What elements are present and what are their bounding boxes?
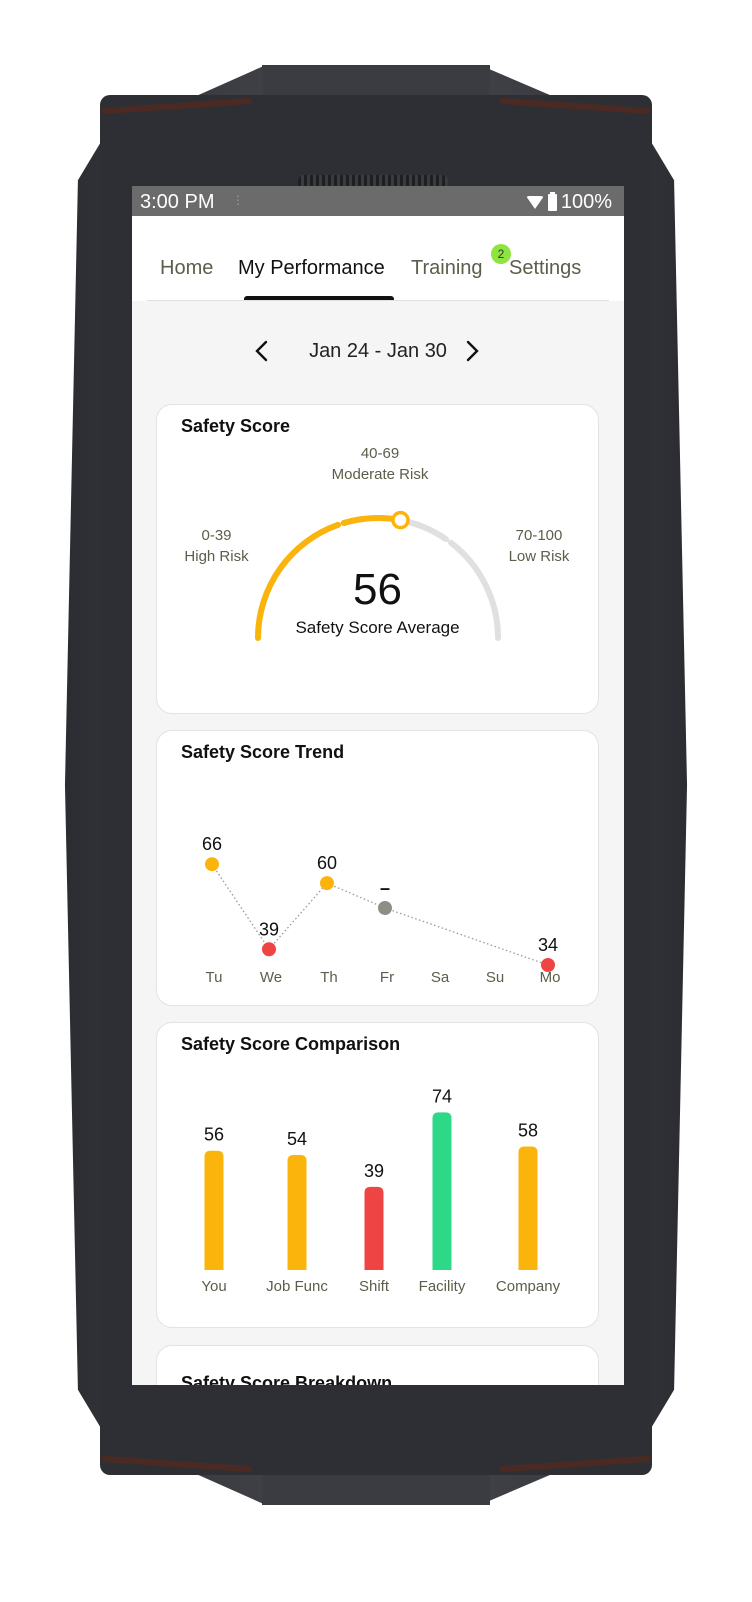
trend-chart: 66 39 60 – 34 Tu We Th Fr Sa Su Mo: [202, 834, 561, 986]
status-right: 100%: [525, 191, 612, 214]
tab-my-performance[interactable]: My Performance: [238, 257, 385, 280]
trend-day-label: Tu: [206, 969, 223, 986]
bar-category-label: Shift: [359, 1278, 390, 1295]
trend-line-segment: [326, 882, 386, 909]
trend-point-th[interactable]: [320, 876, 334, 891]
safety-score-caption: Safety Score Average: [295, 618, 460, 637]
trend-value-label: 60: [317, 853, 337, 873]
battery-icon: [547, 192, 557, 211]
trend-day-label: Mo: [540, 969, 561, 986]
trend-line-segment: [268, 882, 328, 950]
safety-score-comparison-card: Safety Score Comparison 56 You 54 Job Func 3…: [156, 1022, 599, 1328]
tab-settings[interactable]: Settings: [509, 257, 581, 280]
trend-point-tu[interactable]: [205, 857, 219, 872]
trend-value-label: 66: [202, 834, 222, 854]
safety-score-gauge: [255, 510, 501, 641]
bar-company[interactable]: [518, 1146, 538, 1270]
training-badge: 2: [491, 244, 511, 264]
trend-point-we[interactable]: [262, 942, 276, 957]
safety-score-breakdown-card: Safety Score Breakdown: [156, 1345, 599, 1385]
chevron-right-icon[interactable]: [459, 338, 485, 364]
wifi-icon: [525, 196, 544, 209]
bar-facility[interactable]: [432, 1112, 452, 1270]
tab-training[interactable]: Training: [411, 257, 483, 280]
trend-day-label: We: [260, 969, 282, 986]
tab-divider: [147, 300, 609, 301]
bar-category-label: Facility: [419, 1278, 466, 1295]
safety-score-trend-card: Safety Score Trend 66 39 60–34 Tu We Th Fr Sa Su…: [156, 730, 599, 1006]
screen: 3:00 PM ⋮ 100% Home My Performance Train…: [132, 186, 624, 1385]
trend-day-label: Th: [320, 969, 338, 986]
status-separator: ⋮: [232, 193, 244, 207]
bar-value-label: 58: [518, 1120, 538, 1140]
trend-day-label: Fr: [380, 969, 394, 986]
app-content: Home My Performance Training 2 Settings …: [132, 216, 624, 1385]
bar-job-func[interactable]: [287, 1154, 307, 1270]
trend-line-segment: [384, 907, 549, 966]
trend-value-label: 39: [259, 919, 279, 939]
bar-category-label: You: [201, 1278, 226, 1295]
trend-day-label: Sa: [431, 969, 450, 986]
bar-value-label: 56: [204, 1125, 224, 1145]
safety-score-value: 56: [353, 565, 402, 614]
bar-category-label: Job Func: [266, 1278, 328, 1295]
tab-bar: Home My Performance Training 2 Settings: [132, 216, 624, 301]
comparison-chart: 56 You 54 Job Func 39 Shift 74 Facility 58 Compan…: [201, 1086, 561, 1295]
battery-percent: 100%: [560, 191, 612, 213]
bar-category-label: Company: [496, 1278, 561, 1295]
card-title: Safety Score Breakdown: [181, 1373, 393, 1385]
status-bar: 3:00 PM ⋮ 100%: [132, 186, 624, 216]
trend-value-label: –: [380, 878, 390, 898]
status-time: 3:00 PM: [140, 191, 215, 213]
date-navigator: Jan 24 - Jan 30: [132, 334, 624, 370]
trend-value-label: 34: [538, 935, 558, 955]
trend-point-fr[interactable]: [378, 901, 392, 915]
tab-home[interactable]: Home: [160, 257, 213, 280]
date-range-label: Jan 24 - Jan 30: [309, 340, 447, 362]
bar-shift[interactable]: [364, 1186, 384, 1270]
chevron-left-icon[interactable]: [249, 338, 275, 364]
bar-value-label: 74: [432, 1086, 452, 1106]
bar-value-label: 54: [287, 1129, 307, 1149]
bar-value-label: 39: [364, 1161, 384, 1181]
trend-day-label: Su: [486, 969, 504, 986]
safety-score-card: Safety Score 40-69 Moderate Risk 0-39 Hi…: [156, 404, 599, 714]
bar-you[interactable]: [204, 1150, 224, 1270]
gauge-marker: [391, 510, 410, 530]
